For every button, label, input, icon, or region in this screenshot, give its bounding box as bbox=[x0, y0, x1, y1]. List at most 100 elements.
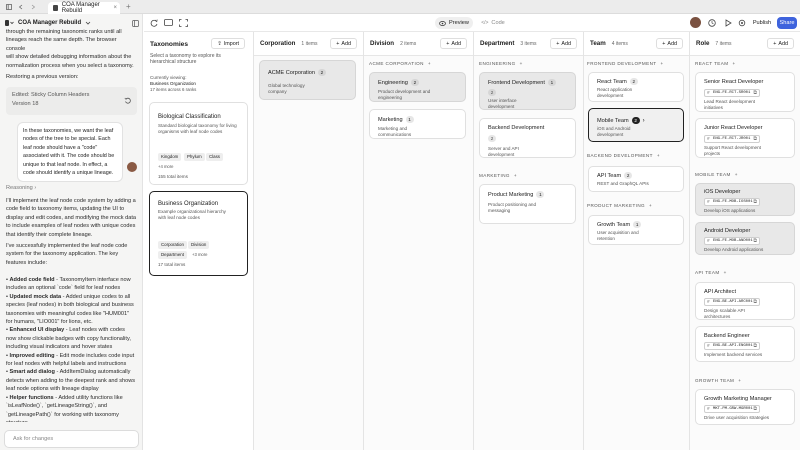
feature-title: Updated mock data bbox=[9, 293, 62, 300]
leaf-code-badge[interactable]: ENG-BE-API-ARC001 # ⧉ bbox=[704, 298, 760, 306]
copy-icon[interactable]: ⧉ bbox=[753, 343, 757, 350]
hash-icon: # bbox=[707, 239, 710, 244]
team-card-react[interactable]: React Team 2 React application developmen… bbox=[588, 72, 684, 102]
collapse-panel-icon[interactable] bbox=[132, 19, 139, 27]
import-button[interactable]: ⇪ Import bbox=[211, 38, 245, 49]
plus-icon[interactable]: + bbox=[724, 270, 727, 275]
card-title-text: Mobile Team bbox=[597, 118, 629, 124]
plus-icon[interactable]: + bbox=[657, 153, 660, 158]
plus-icon[interactable]: + bbox=[649, 203, 652, 208]
close-tab-icon[interactable]: × bbox=[113, 5, 117, 11]
reasoning-toggle[interactable]: Reasoning › bbox=[6, 184, 136, 192]
app-logo-icon[interactable] bbox=[4, 19, 14, 27]
department-card-backend[interactable]: Backend Development 2 Server and API dev… bbox=[479, 118, 576, 158]
user-avatar-toolbar[interactable] bbox=[690, 17, 701, 28]
group-label: ACME CORPORATION + bbox=[369, 61, 431, 66]
add-department-button[interactable]: + Add bbox=[550, 38, 577, 49]
rank-chip: Division bbox=[188, 241, 210, 249]
sidebar-toggle-icon[interactable] bbox=[6, 4, 12, 10]
add-role-button[interactable]: + Add bbox=[767, 38, 794, 49]
version-number: Version 18 bbox=[12, 101, 39, 107]
role-card[interactable]: Junior React Developer ENG-FE-RCT-JR001 #… bbox=[695, 118, 795, 158]
department-card-frontend[interactable]: Frontend Development 1 2 User interface d… bbox=[479, 72, 576, 110]
copy-icon[interactable]: ⧉ bbox=[753, 136, 757, 143]
desktop-view-icon[interactable] bbox=[164, 19, 173, 27]
group-label-text: BACKEND DEVELOPMENT bbox=[587, 153, 653, 158]
rank-chip: Kingdom bbox=[158, 153, 182, 161]
leaf-code-badge[interactable]: ENG-FE-MOB-IOS001 # ⧉ bbox=[704, 198, 760, 206]
card-desc: REST and GraphQL APIs bbox=[597, 181, 649, 186]
role-card[interactable]: API Architect ENG-BE-API-ARC001 # ⧉ Design… bbox=[695, 282, 795, 320]
card-desc: Develop Android applications bbox=[704, 247, 764, 252]
division-card-marketing[interactable]: Marketing 1 Marketing and communications bbox=[369, 109, 466, 139]
forward-icon[interactable] bbox=[30, 4, 36, 10]
department-card-product-marketing[interactable]: Product Marketing 1 Product positioning a… bbox=[479, 184, 576, 224]
plus-icon[interactable]: + bbox=[514, 173, 517, 178]
share-button[interactable]: Share bbox=[777, 17, 797, 29]
copy-icon[interactable]: ⧉ bbox=[753, 90, 757, 97]
taxonomy-card-desc: Example organizational hierarchy with le… bbox=[158, 209, 226, 220]
team-card-mobile[interactable]: Mobile Team 2 › iOS and Android developmen… bbox=[588, 108, 684, 142]
card-title: React Team 2 bbox=[597, 78, 638, 85]
project-name[interactable]: COA Manager Rebuild bbox=[18, 20, 81, 26]
plus-icon[interactable]: + bbox=[428, 61, 431, 66]
code-tab[interactable]: </> Code bbox=[477, 17, 509, 29]
child-count-badge: 2 bbox=[631, 117, 640, 124]
chevron-down-icon[interactable] bbox=[85, 20, 91, 26]
back-icon[interactable] bbox=[18, 4, 24, 10]
feature-item: • Updated mock data - Added unique codes… bbox=[6, 293, 136, 327]
add-team-button[interactable]: + Add bbox=[656, 38, 683, 49]
history-icon[interactable] bbox=[708, 19, 716, 27]
plus-icon[interactable]: + bbox=[732, 61, 735, 66]
plus-icon: + bbox=[336, 40, 340, 47]
add-corporation-button[interactable]: + Add bbox=[330, 38, 357, 49]
hash-icon: # bbox=[707, 407, 710, 412]
team-card-api[interactable]: API Team 2 REST and GraphQL APIs bbox=[588, 166, 684, 192]
play-icon[interactable] bbox=[724, 19, 732, 27]
feature-item: • Enhanced UI display - Leaf nodes with … bbox=[6, 326, 136, 351]
role-card[interactable]: Android Developer ENG-FE-MOB-AND001 # ⧉ De… bbox=[695, 222, 795, 255]
leaf-code-badge[interactable]: MKT-PM-GRW-MGR001 # ⧉ bbox=[704, 405, 760, 413]
settings-icon[interactable] bbox=[738, 19, 746, 27]
copy-icon[interactable]: ⧉ bbox=[753, 199, 757, 206]
corporation-card[interactable]: ACME Corporation 2 Global technology comp… bbox=[259, 60, 356, 100]
group-label-text: MOBILE TEAM bbox=[695, 172, 731, 177]
column-count: 2 items bbox=[400, 40, 417, 47]
intro-line: lineages reach the same depth. The brows… bbox=[6, 37, 117, 52]
taxonomy-card-business[interactable]: Business Organization Example organizati… bbox=[149, 191, 248, 276]
leaf-code-badge[interactable]: ENG-FE-RCT-JR001 # ⧉ bbox=[704, 135, 760, 143]
team-card-growth[interactable]: Growth Team 1 User acquisition and retent… bbox=[588, 215, 684, 245]
card-desc: React application development bbox=[597, 87, 633, 98]
division-card-engineering[interactable]: Engineering 2 Product development and eng… bbox=[369, 72, 466, 102]
leaf-code-badge[interactable]: ENG-FE-MOB-AND001 # ⧉ bbox=[704, 237, 760, 245]
fullscreen-icon[interactable] bbox=[179, 19, 188, 27]
card-desc: Drive user acquisition strategies bbox=[704, 415, 770, 420]
add-division-button[interactable]: + Add bbox=[440, 38, 467, 49]
role-card[interactable]: Backend Engineer ENG-BE-API-ENG001 # ⧉ Imp… bbox=[695, 326, 795, 362]
taxonomy-card-biological[interactable]: Biological Classification Standard biolo… bbox=[149, 102, 248, 185]
plus-icon[interactable]: + bbox=[738, 378, 741, 383]
plus-icon[interactable]: + bbox=[735, 172, 738, 177]
copy-icon[interactable]: ⧉ bbox=[753, 238, 757, 245]
copy-icon[interactable]: ⧉ bbox=[753, 299, 757, 306]
copy-icon[interactable]: ⧉ bbox=[753, 406, 757, 413]
leaf-code-badge[interactable]: ENG-FE-RCT-SR001 # ⧉ bbox=[704, 89, 760, 97]
top-toolbar: Preview </> Code Publish Share bbox=[144, 14, 800, 32]
version-card[interactable]: Edited: Sticky Column Headers Version 18 bbox=[6, 87, 137, 115]
plus-icon[interactable]: + bbox=[520, 61, 523, 66]
tab-coa-manager[interactable]: COA Manager Rebuild × bbox=[48, 2, 120, 14]
refresh-icon[interactable] bbox=[150, 19, 158, 27]
add-label: Add bbox=[778, 40, 788, 47]
card-desc: Marketing and communications bbox=[378, 126, 412, 137]
eye-icon bbox=[439, 20, 446, 26]
role-card[interactable]: Senior React Developer ENG-FE-RCT-SR001 #… bbox=[695, 72, 795, 112]
restore-icon[interactable] bbox=[124, 97, 131, 104]
leaf-code-badge[interactable]: ENG-BE-API-ENG001 # ⧉ bbox=[704, 342, 760, 350]
preview-tab[interactable]: Preview bbox=[435, 17, 473, 29]
publish-button[interactable]: Publish bbox=[750, 17, 774, 29]
new-tab-icon[interactable]: + bbox=[126, 2, 131, 11]
role-card[interactable]: Growth Marketing Manager MKT-PM-GRW-MGR0… bbox=[695, 389, 795, 425]
plus-icon[interactable]: + bbox=[661, 61, 664, 66]
chat-input[interactable]: Ask for changes bbox=[4, 430, 139, 448]
role-card[interactable]: iOS Developer ENG-FE-MOB-IOS001 # ⧉ Develo… bbox=[695, 183, 795, 216]
